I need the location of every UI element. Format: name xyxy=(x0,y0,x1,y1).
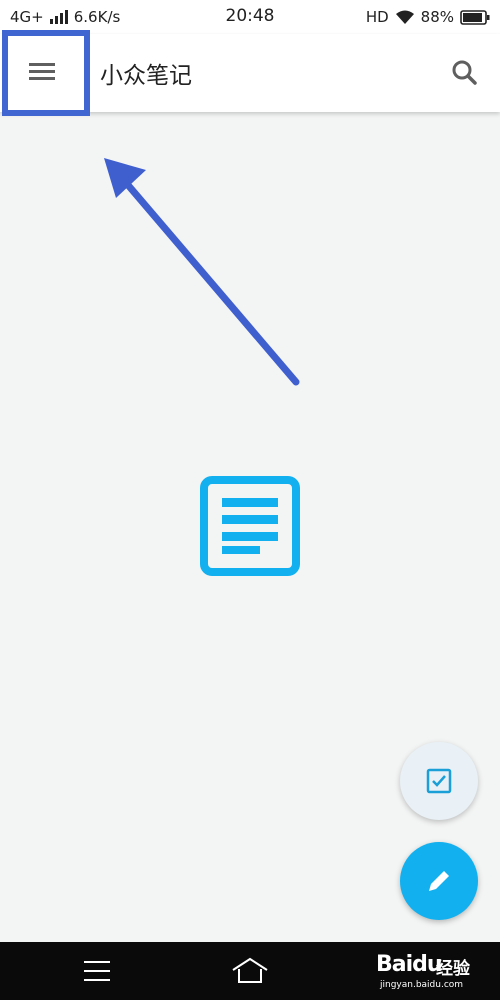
watermark-name: 经验 xyxy=(436,959,470,979)
watermark-url: jingyan.baidu.com xyxy=(380,980,464,990)
new-note-button[interactable] xyxy=(400,842,478,920)
menu-lines-icon[interactable] xyxy=(84,960,112,982)
battery-level: 88% xyxy=(420,8,454,26)
navigation-bar: Baidu 经验 jingyan.baidu.com xyxy=(0,942,500,1000)
baidu-watermark: Baidu 经验 jingyan.baidu.com xyxy=(376,946,494,996)
app-title: 小众笔记 xyxy=(100,63,192,89)
new-todo-button[interactable] xyxy=(400,742,478,820)
wifi-icon xyxy=(395,10,414,24)
checkbox-icon xyxy=(426,768,452,794)
hd-indicator: HD xyxy=(365,8,389,26)
battery-icon xyxy=(460,9,490,25)
search-button[interactable] xyxy=(448,56,482,90)
pencil-icon xyxy=(429,868,452,891)
status-bar: 4G+ 6.6K/s 20:48 HD 88% xyxy=(0,0,500,34)
note-document-icon xyxy=(200,476,300,576)
home-icon[interactable] xyxy=(230,956,270,986)
hamburger-menu-icon xyxy=(29,63,55,80)
watermark-logo: Baidu xyxy=(376,952,443,977)
search-icon xyxy=(452,60,477,85)
screen: 4G+ 6.6K/s 20:48 HD 88% 小众笔记 Baidu 经验 ji… xyxy=(0,0,500,1000)
status-right: HD 88% xyxy=(366,8,490,26)
menu-button[interactable] xyxy=(2,30,90,116)
